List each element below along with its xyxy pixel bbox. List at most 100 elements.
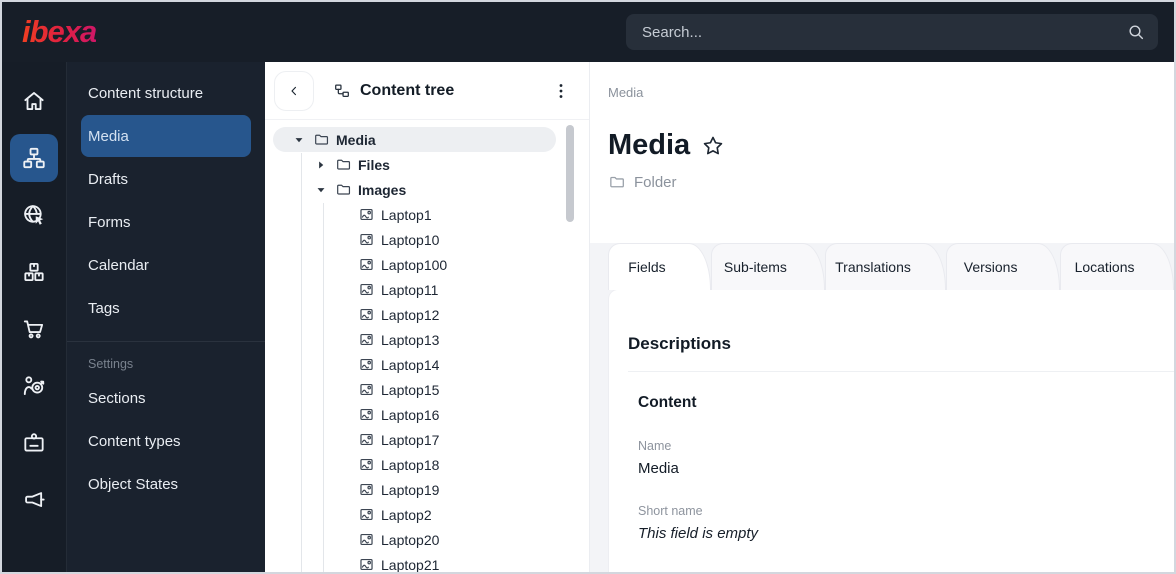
body-row: Content structure Media Drafts Forms Calenda…	[2, 62, 1174, 572]
content-type-row: Folder	[608, 173, 1174, 191]
rail-item-admin[interactable]	[10, 419, 58, 467]
tabs-row: Fields Sub-items Translations Versions Locat…	[590, 243, 1174, 290]
tree-node-laptop13[interactable]: Laptop13	[265, 327, 589, 352]
sidebar-item-sections[interactable]: Sections	[81, 377, 251, 419]
boxes-icon	[21, 259, 47, 285]
tree-node-label: Laptop18	[381, 456, 440, 473]
image-icon	[358, 206, 375, 223]
tree-node-laptop11[interactable]: Laptop11	[265, 277, 589, 302]
sidebar-item-drafts[interactable]: Drafts	[81, 158, 251, 200]
tree-node-media[interactable]: Media	[265, 127, 589, 152]
tree-node-label: Laptop21	[381, 556, 440, 573]
tree-node-label: Images	[358, 181, 407, 198]
collapse-tree-button[interactable]	[274, 70, 314, 111]
rail-item-content-structure[interactable]	[10, 134, 58, 182]
sidebar-section-label: Settings	[88, 357, 134, 371]
tree-node-label: Laptop11	[381, 281, 439, 298]
image-icon	[358, 481, 375, 498]
cart-icon	[21, 316, 47, 342]
section-divider	[628, 371, 1174, 372]
tree-node-label: Media	[336, 131, 376, 148]
rail-item-marketing[interactable]	[10, 476, 58, 524]
title-row: Media	[608, 129, 1174, 162]
tree-node-laptop20[interactable]: Laptop20	[265, 527, 589, 552]
home-icon	[21, 88, 47, 114]
field-label: Name	[638, 439, 672, 453]
sidebar-item-content-structure[interactable]: Content structure	[81, 72, 251, 114]
sidebar-item-forms[interactable]: Forms	[81, 201, 251, 243]
folder-icon	[335, 181, 352, 198]
top-bar: ibexa	[2, 2, 1174, 62]
tree-node-label: Laptop1	[381, 206, 432, 223]
image-icon	[358, 306, 375, 323]
tab-translations[interactable]: Translations	[824, 243, 947, 290]
rail-item-products[interactable]	[10, 248, 58, 296]
fields-card: Descriptions Content Name Media Short name…	[608, 289, 1174, 572]
sidebar-item-calendar[interactable]: Calendar	[81, 244, 251, 286]
tab-versions[interactable]: Versions	[946, 243, 1060, 290]
tree-options-button[interactable]	[549, 77, 573, 105]
tree-node-label: Laptop2	[381, 506, 432, 523]
sidebar-item-object-states[interactable]: Object States	[81, 463, 251, 505]
sidebar-item-content-types[interactable]: Content types	[81, 420, 251, 462]
tree-node-laptop19[interactable]: Laptop19	[265, 477, 589, 502]
ibexa-logo[interactable]: ibexa	[18, 14, 97, 50]
tree-scrollbar-thumb[interactable]	[566, 125, 574, 222]
tree-node-laptop12[interactable]: Laptop12	[265, 302, 589, 327]
tree-node-images[interactable]: Images	[265, 177, 589, 202]
tab-locations[interactable]: Locations	[1060, 243, 1174, 290]
tree-node-laptop17[interactable]: Laptop17	[265, 427, 589, 452]
tree-node-laptop100[interactable]: Laptop100	[265, 252, 589, 277]
image-icon	[358, 456, 375, 473]
tab-fields[interactable]: Fields	[608, 243, 711, 290]
rail-item-commerce[interactable]	[10, 305, 58, 353]
content-tree-icon	[333, 82, 351, 100]
caret-right-icon[interactable]	[313, 157, 329, 173]
content-type-label: Folder	[634, 173, 677, 191]
main-area: Media Media Folder Fields Sub-items Transl…	[590, 62, 1174, 572]
tree-node-laptop18[interactable]: Laptop18	[265, 452, 589, 477]
search-icon[interactable]	[1126, 22, 1146, 42]
image-icon	[358, 256, 375, 273]
tree-node-label: Laptop10	[381, 231, 440, 248]
image-icon	[358, 231, 375, 248]
tree-node-files[interactable]: Files	[265, 152, 589, 177]
tree-node-laptop15[interactable]: Laptop15	[265, 377, 589, 402]
sidebar-item-tags[interactable]: Tags	[81, 287, 251, 329]
global-search[interactable]	[626, 14, 1158, 50]
rail-item-personalization[interactable]	[10, 362, 58, 410]
rail-item-dashboard[interactable]	[10, 77, 58, 125]
image-icon	[358, 556, 375, 572]
content-tree-panel: Content tree Media Files Images Laptop1 Lapt…	[265, 62, 590, 572]
search-input[interactable]	[642, 23, 1126, 41]
tree-node-laptop14[interactable]: Laptop14	[265, 352, 589, 377]
tree-node-label: Laptop17	[381, 431, 440, 448]
folder-icon	[313, 131, 330, 148]
image-icon	[358, 381, 375, 398]
bookmark-star-button[interactable]	[700, 133, 726, 159]
tree-node-laptop10[interactable]: Laptop10	[265, 227, 589, 252]
caret-down-icon[interactable]	[291, 132, 307, 148]
image-icon	[358, 431, 375, 448]
tree-node-laptop16[interactable]: Laptop16	[265, 402, 589, 427]
breadcrumb[interactable]: Media	[608, 85, 643, 100]
image-icon	[358, 531, 375, 548]
tree-node-laptop2[interactable]: Laptop2	[265, 502, 589, 527]
rail-item-site[interactable]	[10, 191, 58, 239]
globe-cursor-icon	[21, 202, 47, 228]
chevron-left-icon	[286, 83, 302, 99]
image-icon	[358, 356, 375, 373]
field-group-title: Content	[638, 394, 697, 411]
sitemap-icon	[21, 145, 47, 171]
content-tree-body: Media Files Images Laptop1 Laptop10 Laptop100…	[265, 120, 589, 572]
tree-node-laptop1[interactable]: Laptop1	[265, 202, 589, 227]
tree-node-laptop21[interactable]: Laptop21	[265, 552, 589, 572]
folder-icon	[608, 173, 626, 191]
tab-sub-items[interactable]: Sub-items	[710, 243, 825, 290]
megaphone-icon	[21, 487, 47, 513]
app-window: ibexa Content structureMediaDraftsFormsC…	[0, 0, 1176, 574]
target-person-icon	[21, 373, 47, 399]
caret-down-icon[interactable]	[313, 182, 329, 198]
sidebar-item-media[interactable]: Media	[81, 115, 251, 157]
main-lower: Fields Sub-items Translations Versions Locat…	[590, 243, 1174, 572]
